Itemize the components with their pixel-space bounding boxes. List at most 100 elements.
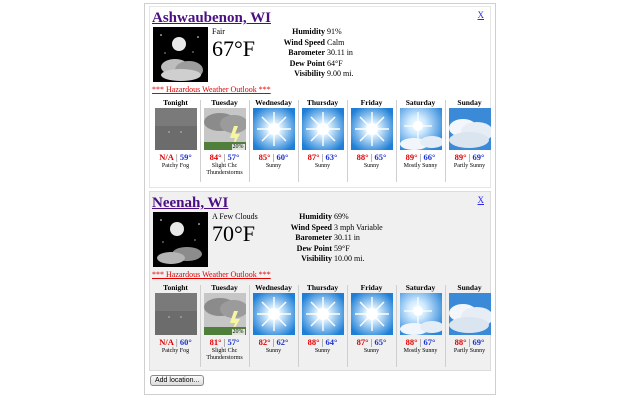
- forecast-day: Sunday 88° | 69° Partly Sunny: [446, 283, 493, 369]
- dewpoint-value: 59°F: [334, 243, 350, 253]
- forecast-day: Tonight N/A | 60° Patchy Fog: [152, 283, 199, 369]
- forecast-low: 63°: [325, 152, 338, 162]
- forecast-divider: [396, 100, 397, 182]
- forecast-description: Slight Chc Thunderstorms: [206, 348, 243, 361]
- visibility-label: Visibility: [301, 254, 332, 263]
- forecast-day-name: Saturday: [405, 283, 436, 292]
- precip-chance: 20%: [231, 329, 245, 335]
- partly-sunny-icon: [448, 108, 491, 150]
- forecast-high: 89°: [454, 152, 467, 162]
- forecast-high: 89°: [405, 152, 418, 162]
- forecast-description: Partly Sunny: [453, 163, 486, 169]
- hazard-outlook-link[interactable]: *** Hazardous Weather Outlook ***: [152, 270, 271, 279]
- fog-icon: [154, 108, 197, 150]
- sun-icon: [301, 108, 344, 150]
- wind-label: Wind Speed: [290, 222, 332, 232]
- location-card: Neenah, WI X A Few Clouds 70°F Humidity …: [149, 191, 491, 371]
- forecast-divider: [445, 100, 446, 182]
- fog-icon: [154, 293, 197, 335]
- forecast-divider: [347, 100, 348, 182]
- dewpoint-label: Dew Point: [289, 58, 325, 68]
- forecast-day: Saturday 88° | 67° Mostly Sunny: [397, 283, 444, 369]
- forecast-low: 57°: [227, 152, 240, 162]
- close-location-button[interactable]: X: [478, 10, 485, 20]
- hazard-outlook-link[interactable]: *** Hazardous Weather Outlook ***: [152, 85, 271, 94]
- partly-sunny-icon: [448, 293, 491, 335]
- forecast-low: 69°: [472, 152, 485, 162]
- forecast-day: Sunday 89° | 69° Partly Sunny: [446, 98, 493, 184]
- location-title[interactable]: Neenah, WI: [152, 195, 228, 212]
- mostly-sunny-icon: [399, 293, 442, 335]
- current-details: Humidity 69% Wind Speed 3 mph Variable B…: [272, 212, 383, 265]
- forecast-day: Tuesday 20% 84° | 57° Slight Chc Thundersto…: [201, 98, 248, 184]
- forecast-temps: 88° | 69°: [446, 337, 493, 347]
- night-clouds-icon: [153, 212, 208, 267]
- forecast-temps: 88° | 65°: [348, 152, 395, 162]
- forecast-low: 65°: [374, 152, 387, 162]
- forecast-description: Sunny: [265, 163, 282, 169]
- forecast-low: 59°: [179, 152, 192, 162]
- forecast-high: 88°: [454, 337, 467, 347]
- forecast-divider: [200, 100, 201, 182]
- forecast-divider: [200, 285, 201, 367]
- forecast-high: N/A: [159, 152, 174, 162]
- close-location-button[interactable]: X: [478, 195, 485, 205]
- forecast-day: Tuesday 20% 81° | 57° Slight Chc Thundersto…: [201, 283, 248, 369]
- sun-icon: [350, 293, 393, 335]
- location-title[interactable]: Ashwaubenon, WI: [152, 10, 271, 27]
- current-details: Humidity 91% Wind Speed Calm Barometer 3…: [262, 27, 354, 80]
- forecast-day: Wednesday 85° | 60° Sunny: [250, 98, 297, 184]
- wind-value: Calm: [327, 37, 345, 47]
- weather-panel: Ashwaubenon, WI X Fair 67°F Humidity 91%…: [144, 3, 496, 395]
- forecast-high: 88°: [307, 337, 320, 347]
- barometer-label: Barometer: [288, 48, 325, 57]
- forecast-day-name: Tonight: [163, 98, 188, 107]
- wind-value: 3 mph Variable: [334, 222, 383, 232]
- current-condition: Fair: [212, 27, 225, 36]
- night-clouds-icon: [153, 27, 208, 82]
- forecast-divider: [249, 285, 250, 367]
- visibility-value: 10.00 mi.: [334, 254, 365, 263]
- thunderstorm-icon: 20%: [203, 108, 246, 150]
- forecast-divider: [298, 100, 299, 182]
- forecast-strip: Tonight N/A | 60° Patchy Fog Tuesday 20% 81° …: [152, 283, 493, 369]
- forecast-low: 64°: [325, 337, 338, 347]
- forecast-divider: [249, 100, 250, 182]
- barometer-value: 30.11 in: [334, 233, 360, 242]
- location-card: Ashwaubenon, WI X Fair 67°F Humidity 91%…: [149, 6, 491, 188]
- forecast-day-name: Thursday: [306, 283, 339, 292]
- forecast-description: Patchy Fog: [161, 163, 190, 169]
- dewpoint-value: 64°F: [327, 58, 343, 68]
- dewpoint-label: Dew Point: [296, 243, 332, 253]
- barometer-value: 30.11 in: [327, 48, 353, 57]
- current-temperature: 70°F: [212, 221, 256, 246]
- forecast-high: 87°: [356, 337, 369, 347]
- forecast-temps: 84° | 57°: [201, 152, 248, 162]
- forecast-day: Tonight N/A | 59° Patchy Fog: [152, 98, 199, 184]
- forecast-low: 65°: [374, 337, 387, 347]
- forecast-temps: 89° | 69°: [446, 152, 493, 162]
- add-location-button[interactable]: Add location...: [150, 375, 205, 386]
- wind-label: Wind Speed: [283, 37, 325, 47]
- forecast-low: 66°: [423, 152, 436, 162]
- humidity-label: Humidity: [299, 212, 332, 221]
- forecast-day-name: Thursday: [306, 98, 339, 107]
- forecast-low: 60°: [179, 337, 192, 347]
- sun-icon: [252, 293, 295, 335]
- forecast-description: Slight Chc Thunderstorms: [206, 163, 243, 176]
- forecast-high: 81°: [209, 337, 222, 347]
- precip-chance: 20%: [231, 144, 245, 150]
- forecast-temps: 88° | 64°: [299, 337, 346, 347]
- forecast-description: Sunny: [314, 163, 331, 169]
- forecast-description: Partly Sunny: [453, 348, 486, 354]
- forecast-day: Friday 87° | 65° Sunny: [348, 283, 395, 369]
- forecast-temps: 81° | 57°: [201, 337, 248, 347]
- forecast-day-name: Tuesday: [211, 98, 238, 107]
- forecast-high: 88°: [356, 152, 369, 162]
- forecast-low: 57°: [227, 337, 240, 347]
- forecast-temps: N/A | 59°: [152, 152, 199, 162]
- forecast-temps: 89° | 66°: [397, 152, 444, 162]
- forecast-description: Sunny: [363, 348, 380, 354]
- forecast-high: 85°: [258, 152, 271, 162]
- mostly-sunny-icon: [399, 108, 442, 150]
